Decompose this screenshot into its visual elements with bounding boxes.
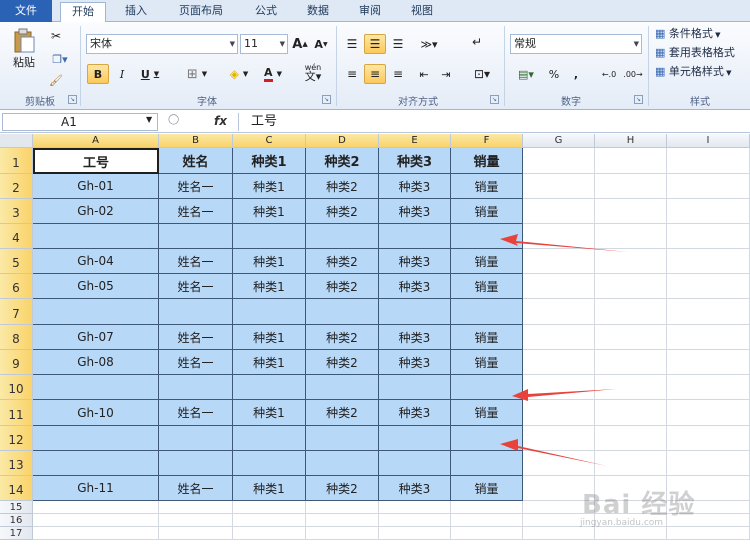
red-arrow-icon	[500, 439, 607, 466]
baidu-watermark: Bai 经验	[582, 490, 696, 520]
red-arrow-icon	[512, 389, 616, 401]
baidu-watermark-url: jingyan.baidu.com	[580, 518, 664, 528]
red-arrow-icon	[500, 234, 628, 252]
annotation-arrows	[500, 234, 628, 466]
